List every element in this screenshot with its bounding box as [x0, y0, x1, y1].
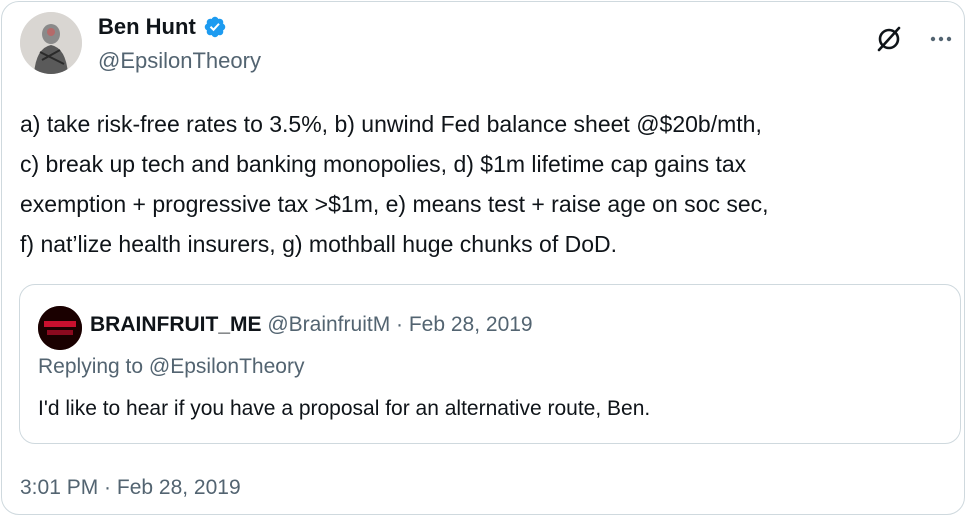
quoted-tweet-text: I'd like to hear if you have a proposal … — [38, 397, 651, 420]
tweet-text: a) take risk-free rates to 3.5%, b) unwi… — [20, 111, 769, 257]
quoted-tweet-card[interactable]: BRAINFRUIT_ME @BrainfruitM · Feb 28, 201… — [19, 284, 961, 444]
quoted-author-meta: @BrainfruitM · Feb 28, 2019 — [267, 313, 533, 336]
quoted-replying-to: Replying to @EpsilonTheory — [38, 355, 305, 378]
tweet-timestamp[interactable]: 3:01 PM · Feb 28, 2019 — [20, 474, 241, 502]
author-name-row: Ben Hunt — [98, 14, 227, 40]
grok-icon[interactable] — [874, 24, 904, 54]
tweet-card: Ben Hunt @EpsilonTheory a) take risk-fre… — [1, 1, 965, 515]
quoted-author-avatar[interactable] — [38, 306, 82, 350]
quoted-author-avatar-image — [38, 306, 82, 350]
author-handle[interactable]: @EpsilonTheory — [98, 48, 261, 74]
author-avatar[interactable] — [20, 12, 82, 74]
quoted-author-name[interactable]: BRAINFRUIT_ME — [90, 313, 262, 336]
author-name[interactable]: Ben Hunt — [98, 14, 196, 40]
quoted-tweet-header: BRAINFRUIT_ME @BrainfruitM · Feb 28, 201… — [90, 312, 533, 338]
author-avatar-image — [20, 12, 82, 74]
verified-badge-icon — [204, 16, 226, 38]
more-options-icon[interactable] — [928, 26, 954, 52]
